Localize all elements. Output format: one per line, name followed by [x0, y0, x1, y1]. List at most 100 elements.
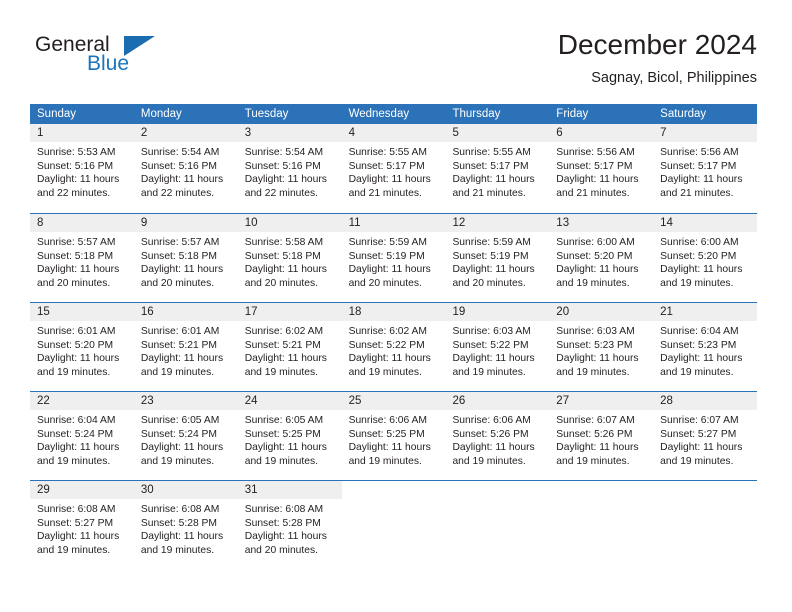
weekday-header-sunday: Sunday [37, 108, 77, 120]
daylight-text-line1: Daylight: 11 hours [244, 442, 327, 454]
day-cell[interactable]: 23 Sunrise: 6:05 AM Sunset: 5:24 PM Dayl… [133, 392, 238, 480]
day-cell[interactable]: 28 Sunrise: 6:07 AM Sunset: 5:27 PM Dayl… [653, 392, 758, 480]
day-cell[interactable]: 2 Sunrise: 5:54 AM Sunset: 5:16 PM Dayli… [133, 124, 238, 213]
daylight-text-line1: Daylight: 11 hours [244, 264, 327, 276]
sunrise-text: Sunrise: 6:02 AM [348, 326, 427, 337]
day-cell[interactable]: 21 Sunrise: 6:04 AM Sunset: 5:23 PM Dayl… [653, 303, 758, 391]
weekday-header-monday: Monday [140, 108, 182, 120]
sunset-text: Sunset: 5:26 PM [452, 428, 529, 440]
sunset-text: Sunset: 5:22 PM [452, 339, 529, 351]
sunset-text: Sunset: 5:17 PM [348, 160, 425, 172]
day-number-band [653, 481, 757, 499]
day-details: Sunrise: 6:03 AM Sunset: 5:23 PM Dayligh… [549, 321, 653, 379]
sunset-text: Sunset: 5:20 PM [37, 339, 114, 351]
sunset-text: Sunset: 5:27 PM [37, 517, 114, 529]
day-cell[interactable]: 14 Sunrise: 6:00 AM Sunset: 5:20 PM Dayl… [653, 214, 758, 302]
sunset-text: Sunset: 5:25 PM [348, 428, 425, 440]
day-number-band: 26 [445, 392, 550, 410]
day-number-band: 31 [237, 481, 342, 499]
daylight-text-line1: Daylight: 11 hours [37, 442, 120, 454]
sunrise-text: Sunrise: 5:54 AM [140, 147, 220, 158]
day-cell[interactable]: 1 Sunrise: 5:53 AM Sunset: 5:16 PM Dayli… [30, 124, 134, 213]
daylight-text-line1: Daylight: 11 hours [660, 264, 743, 276]
daylight-text-line1: Daylight: 11 hours [556, 174, 639, 186]
day-cell[interactable]: 11 Sunrise: 5:59 AM Sunset: 5:19 PM Dayl… [341, 214, 446, 302]
general-blue-logo[interactable]: General Blue [35, 33, 235, 83]
day-cell[interactable]: 3 Sunrise: 5:54 AM Sunset: 5:16 PM Dayli… [237, 124, 342, 213]
daylight-text-line2: and 19 minutes. [140, 455, 215, 467]
day-cell[interactable]: 16 Sunrise: 6:01 AM Sunset: 5:21 PM Dayl… [133, 303, 238, 391]
daylight-text-line2: and 20 minutes. [244, 544, 318, 556]
day-cell-empty [653, 481, 757, 568]
day-number-band: 14 [653, 214, 758, 232]
day-cell[interactable]: 17 Sunrise: 6:02 AM Sunset: 5:21 PM Dayl… [237, 303, 342, 391]
day-cell[interactable]: 30 Sunrise: 6:08 AM Sunset: 5:28 PM Dayl… [133, 481, 238, 568]
day-cell[interactable]: 10 Sunrise: 5:58 AM Sunset: 5:18 PM Dayl… [237, 214, 342, 302]
sunset-text: Sunset: 5:16 PM [37, 160, 114, 172]
daylight-text-line2: and 19 minutes. [556, 277, 630, 289]
day-number: 21 [660, 306, 673, 318]
day-cell[interactable]: 12 Sunrise: 5:59 AM Sunset: 5:19 PM Dayl… [445, 214, 550, 302]
day-details: Sunrise: 5:55 AM Sunset: 5:17 PM Dayligh… [445, 142, 549, 200]
day-number: 2 [140, 127, 148, 139]
day-details: Sunrise: 6:03 AM Sunset: 5:22 PM Dayligh… [445, 321, 549, 379]
day-cell[interactable]: 4 Sunrise: 5:55 AM Sunset: 5:17 PM Dayli… [341, 124, 446, 213]
daylight-text-line1: Daylight: 11 hours [140, 264, 224, 276]
daylight-text-line2: and 19 minutes. [660, 455, 734, 467]
daylight-text-line1: Daylight: 11 hours [37, 531, 120, 543]
daylight-text-line2: and 19 minutes. [452, 366, 526, 378]
day-details: Sunrise: 6:02 AM Sunset: 5:21 PM Dayligh… [238, 321, 342, 379]
day-cell[interactable]: 29 Sunrise: 6:08 AM Sunset: 5:27 PM Dayl… [30, 481, 134, 568]
day-cell[interactable]: 5 Sunrise: 5:55 AM Sunset: 5:17 PM Dayli… [445, 124, 550, 213]
day-cell[interactable]: 13 Sunrise: 6:00 AM Sunset: 5:20 PM Dayl… [549, 214, 654, 302]
day-number-band: 18 [341, 303, 446, 321]
day-details: Sunrise: 5:56 AM Sunset: 5:17 PM Dayligh… [653, 142, 757, 200]
sunset-text: Sunset: 5:24 PM [37, 428, 114, 440]
day-details: Sunrise: 6:00 AM Sunset: 5:20 PM Dayligh… [653, 232, 757, 290]
day-details: Sunrise: 6:06 AM Sunset: 5:25 PM Dayligh… [342, 410, 446, 468]
daylight-text-line2: and 20 minutes. [452, 277, 526, 289]
day-cell[interactable]: 25 Sunrise: 6:06 AM Sunset: 5:25 PM Dayl… [341, 392, 446, 480]
daylight-text-line1: Daylight: 11 hours [660, 174, 743, 186]
day-details: Sunrise: 5:56 AM Sunset: 5:17 PM Dayligh… [549, 142, 653, 200]
sunrise-text: Sunrise: 5:55 AM [452, 147, 531, 158]
day-cell[interactable]: 8 Sunrise: 5:57 AM Sunset: 5:18 PM Dayli… [30, 214, 134, 302]
day-cell[interactable]: 7 Sunrise: 5:56 AM Sunset: 5:17 PM Dayli… [653, 124, 758, 213]
daylight-text-line2: and 22 minutes. [140, 187, 215, 199]
day-number: 4 [348, 127, 355, 139]
daylight-text-line2: and 19 minutes. [556, 455, 630, 467]
day-cell[interactable]: 9 Sunrise: 5:57 AM Sunset: 5:18 PM Dayli… [133, 214, 238, 302]
day-number: 13 [556, 217, 570, 229]
daylight-text-line1: Daylight: 11 hours [244, 531, 327, 543]
day-cell-empty [445, 481, 549, 568]
day-cell[interactable]: 31 Sunrise: 6:08 AM Sunset: 5:28 PM Dayl… [237, 481, 342, 568]
sunrise-text: Sunrise: 6:04 AM [37, 415, 116, 426]
day-number-band: 22 [30, 392, 134, 410]
day-cell[interactable]: 20 Sunrise: 6:03 AM Sunset: 5:23 PM Dayl… [549, 303, 654, 391]
daylight-text-line1: Daylight: 11 hours [348, 174, 431, 186]
sunrise-text: Sunrise: 6:00 AM [660, 237, 739, 248]
day-cell[interactable]: 24 Sunrise: 6:05 AM Sunset: 5:25 PM Dayl… [237, 392, 342, 480]
daylight-text-line1: Daylight: 11 hours [452, 174, 535, 186]
sunrise-text: Sunrise: 5:57 AM [37, 237, 116, 248]
daylight-text-line2: and 19 minutes. [244, 366, 318, 378]
week-row: 29 Sunrise: 6:08 AM Sunset: 5:27 PM Dayl… [30, 480, 757, 568]
day-number-band: 5 [445, 124, 550, 142]
sunset-text: Sunset: 5:17 PM [556, 160, 633, 172]
day-cell[interactable]: 18 Sunrise: 6:02 AM Sunset: 5:22 PM Dayl… [341, 303, 446, 391]
page-subtitle: Sagnay, Bicol, Philippines [591, 70, 757, 86]
day-number-band: 3 [237, 124, 342, 142]
day-cell[interactable]: 27 Sunrise: 6:07 AM Sunset: 5:26 PM Dayl… [549, 392, 654, 480]
day-details: Sunrise: 6:01 AM Sunset: 5:20 PM Dayligh… [30, 321, 134, 379]
day-number: 3 [244, 127, 252, 139]
day-cell[interactable]: 26 Sunrise: 6:06 AM Sunset: 5:26 PM Dayl… [445, 392, 550, 480]
daylight-text-line1: Daylight: 11 hours [37, 353, 120, 365]
sunset-text: Sunset: 5:17 PM [452, 160, 529, 172]
daylight-text-line2: and 19 minutes. [452, 455, 526, 467]
day-cell[interactable]: 22 Sunrise: 6:04 AM Sunset: 5:24 PM Dayl… [30, 392, 134, 480]
day-cell[interactable]: 6 Sunrise: 5:56 AM Sunset: 5:17 PM Dayli… [549, 124, 654, 213]
day-cell[interactable]: 19 Sunrise: 6:03 AM Sunset: 5:22 PM Dayl… [445, 303, 550, 391]
day-number-band: 7 [653, 124, 758, 142]
daylight-text-line2: and 20 minutes. [244, 277, 318, 289]
day-cell[interactable]: 15 Sunrise: 6:01 AM Sunset: 5:20 PM Dayl… [30, 303, 134, 391]
